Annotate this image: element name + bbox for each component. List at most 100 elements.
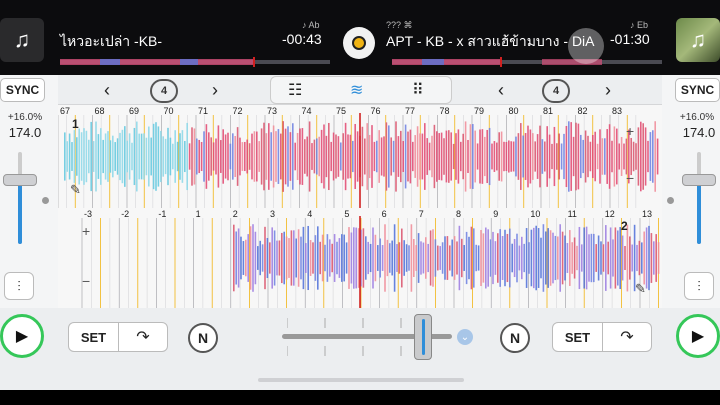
list-icon[interactable]: ☷ xyxy=(288,80,302,100)
waveform-bar xyxy=(240,236,242,280)
crossfader-handle[interactable] xyxy=(413,314,432,360)
crossfader-chevron-down-icon[interactable]: ⌄ xyxy=(457,329,473,345)
deck-right-meta-prefix: ??? xyxy=(386,20,402,30)
deck-right-set-button[interactable]: SET xyxy=(553,323,603,351)
deck-left-eq-button[interactable]: ⫶ xyxy=(4,272,34,300)
waveform-bar xyxy=(285,236,288,280)
waveform-bar xyxy=(205,124,208,189)
deck-right-n-button[interactable]: N xyxy=(500,323,530,353)
deck-right-sync-button[interactable]: SYNC xyxy=(675,78,720,102)
deck-left-loop-value: 4 xyxy=(160,85,168,97)
deck-left-set-button[interactable]: SET xyxy=(69,323,119,351)
deck-right-zoom-plus-icon[interactable]: + xyxy=(82,223,90,239)
beat-number-label: 11 xyxy=(568,209,577,219)
deck-right-bpm: 174.0 xyxy=(682,125,716,140)
deck-left-sync-button[interactable]: SYNC xyxy=(0,78,45,102)
waveform-bar xyxy=(232,133,234,180)
waveform-bar xyxy=(417,233,420,283)
waveform-bar xyxy=(648,225,650,291)
waveform-bar xyxy=(524,133,527,180)
deck-right-jump-icon[interactable]: ↷ xyxy=(603,323,651,351)
deck-right-pitch-reset-dot[interactable] xyxy=(667,197,674,204)
waveform-bar xyxy=(450,132,452,181)
waveform-bar xyxy=(85,130,88,183)
waveform-bar xyxy=(242,241,245,275)
deck-left-cue-marker[interactable]: 1 xyxy=(72,117,79,131)
deck-right-key-value: Eb xyxy=(637,20,649,30)
waveform-bar xyxy=(181,130,184,183)
deck-left-loop-button[interactable]: 4 xyxy=(150,79,178,103)
record-button[interactable] xyxy=(343,27,375,59)
deck-left-next-icon[interactable]: › xyxy=(212,80,218,101)
waveform-bar xyxy=(308,121,311,192)
deck-right-pitch-handle[interactable] xyxy=(682,173,716,186)
waveform-bar xyxy=(657,242,660,274)
deck-right-track-title[interactable]: APT - KB - x สาวแฮ้ข้ามบาง - DiA xyxy=(386,31,595,53)
deck-right-artwork[interactable]: ♫ xyxy=(676,18,720,62)
beat-number-label: 3 xyxy=(270,209,275,219)
deck-right-cue-marker[interactable]: 2 xyxy=(621,219,628,233)
deck-left-pitch-slider[interactable] xyxy=(18,152,22,244)
waveform-bar xyxy=(119,132,121,181)
deck-right-next-icon[interactable]: › xyxy=(605,80,611,101)
deck-left-pitch-handle[interactable] xyxy=(3,173,37,186)
waveform-bar xyxy=(599,129,601,184)
waveform-bar xyxy=(472,124,474,189)
grid-icon[interactable]: ⠿ xyxy=(412,80,424,100)
waveform-bar xyxy=(148,126,150,187)
deck-left-zoom-minus-icon[interactable]: − xyxy=(626,170,634,186)
deck-left-track-title[interactable]: ไหวอะเปล่า -KB- xyxy=(60,31,162,53)
deck-right-eq-button[interactable]: ⫶ xyxy=(684,272,714,300)
waveform-bar xyxy=(340,142,342,171)
waveform-icon[interactable]: ≋ xyxy=(350,80,363,100)
waveform-bar xyxy=(462,133,464,180)
deck-left-play-button[interactable]: ▶ xyxy=(0,314,44,358)
crossfader-handle-line xyxy=(421,319,425,355)
deck-right-play-button[interactable]: ▶ xyxy=(676,314,720,358)
waveform-bar xyxy=(336,241,338,275)
waveform-bar xyxy=(455,133,457,180)
waveform-bar xyxy=(496,142,498,171)
waveform-bar xyxy=(297,229,300,287)
deck-right-overview-waveform[interactable] xyxy=(392,54,662,67)
waveform-bar xyxy=(294,142,296,171)
deck-right-loop-button[interactable]: 4 xyxy=(542,79,570,103)
deck-left-pitch-reset-dot[interactable] xyxy=(42,197,49,204)
deck-left-waveform[interactable]: 67 68 69 70 71 72 73 74 75 76 77 78 79 80 81 82 83 1 ✎ +… xyxy=(58,105,662,208)
waveform-bar xyxy=(350,232,353,284)
waveform-bar xyxy=(253,131,256,182)
waveform-bar xyxy=(264,226,266,290)
deck-right-pitch-slider[interactable] xyxy=(697,152,701,244)
deck-left-zoom-plus-icon[interactable]: + xyxy=(626,123,634,139)
waveform-bar xyxy=(649,132,652,181)
waveform-bar xyxy=(76,137,78,176)
waveform-bar xyxy=(647,140,649,173)
deck-left-n-button[interactable]: N xyxy=(188,323,218,353)
waveform-bar xyxy=(468,236,470,280)
deck-right-prev-icon[interactable]: ‹ xyxy=(498,80,504,101)
waveform-bar xyxy=(443,138,445,175)
deck-left-overview-waveform[interactable] xyxy=(60,54,330,67)
deck-left-jump-icon[interactable]: ↷ xyxy=(119,323,167,351)
deck-right-edit-pencil-icon[interactable]: ✎ xyxy=(635,281,646,297)
deck-left-prev-icon[interactable]: ‹ xyxy=(104,80,110,101)
waveform-bar xyxy=(535,225,537,291)
waveform-bar xyxy=(320,129,323,184)
waveform-bar xyxy=(138,133,140,180)
waveform-bar xyxy=(561,231,564,285)
waveform-bar xyxy=(374,234,377,282)
waveform-bar xyxy=(415,245,417,271)
deck-right-zoom-minus-icon[interactable]: − xyxy=(82,273,90,289)
waveform-bar xyxy=(160,130,162,183)
waveform-bar xyxy=(484,136,486,177)
deck-left-pitch-fill xyxy=(18,179,22,244)
deck-right-waveform[interactable]: -3 -2 -1 1 2 3 4 5 6 7 8 9 10 11 12 13 2 + − ✎ xyxy=(58,208,662,308)
deck-left-edit-pencil-icon[interactable]: ✎ xyxy=(70,182,81,198)
waveform-bar xyxy=(619,226,621,290)
deck-left-artwork[interactable]: ♫ xyxy=(0,18,44,62)
waveform-bar xyxy=(131,142,133,171)
waveform-bar xyxy=(529,129,532,184)
beat-number-label: 73 xyxy=(267,106,277,116)
waveform-bar xyxy=(366,123,368,190)
beat-number-label: 81 xyxy=(543,106,553,116)
